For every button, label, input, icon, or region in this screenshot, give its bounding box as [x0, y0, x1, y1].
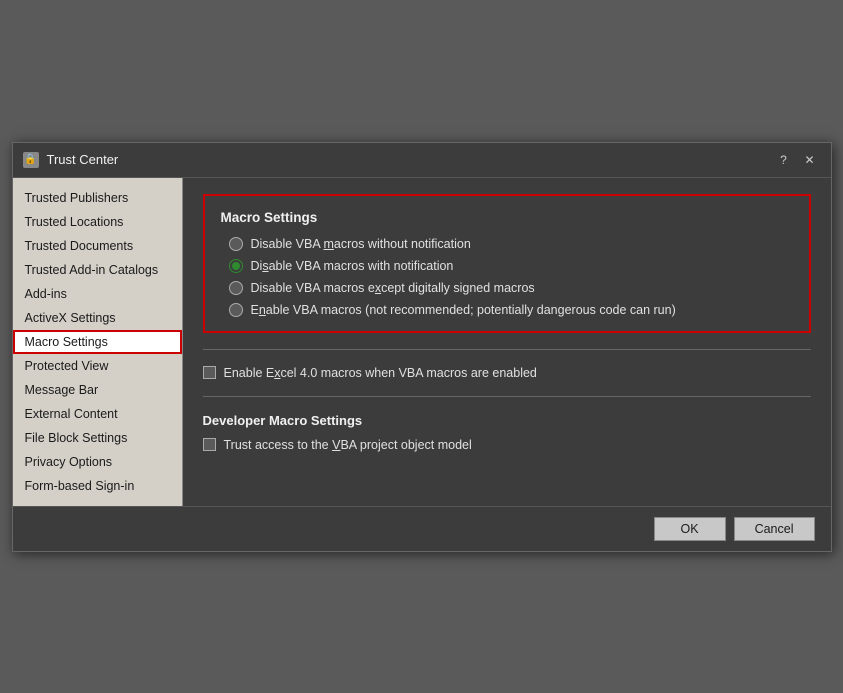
radio-circle-3: [229, 281, 243, 295]
excel-macro-label: Enable Excel 4.0 macros when VBA macros …: [224, 366, 537, 380]
vba-access-checkbox-row[interactable]: Trust access to the VBA project object m…: [203, 438, 811, 452]
excel-macro-checkbox[interactable]: [203, 366, 216, 379]
help-button[interactable]: ?: [773, 149, 795, 171]
sidebar: Trusted Publishers Trusted Locations Tru…: [13, 178, 183, 506]
close-button[interactable]: ✕: [799, 149, 821, 171]
sidebar-item-external-content[interactable]: External Content: [13, 402, 182, 426]
developer-title: Developer Macro Settings: [203, 413, 811, 428]
ok-button[interactable]: OK: [654, 517, 726, 541]
sidebar-item-activex-settings[interactable]: ActiveX Settings: [13, 306, 182, 330]
radio-circle-1: [229, 237, 243, 251]
cancel-button[interactable]: Cancel: [734, 517, 815, 541]
dialog-icon: 🔒: [23, 152, 39, 168]
sidebar-item-add-ins[interactable]: Add-ins: [13, 282, 182, 306]
separator-1: [203, 349, 811, 350]
radio-label-2: Disable VBA macros with notification: [251, 259, 454, 273]
dialog-footer: OK Cancel: [13, 506, 831, 551]
sidebar-item-file-block-settings[interactable]: File Block Settings: [13, 426, 182, 450]
sidebar-item-trusted-locations[interactable]: Trusted Locations: [13, 210, 182, 234]
trust-center-dialog: 🔒 Trust Center ? ✕ Trusted Publishers Tr…: [12, 142, 832, 552]
title-bar: 🔒 Trust Center ? ✕: [13, 143, 831, 178]
title-bar-left: 🔒 Trust Center: [23, 152, 119, 168]
dialog-body: Trusted Publishers Trusted Locations Tru…: [13, 178, 831, 506]
vba-access-checkbox[interactable]: [203, 438, 216, 451]
sidebar-item-form-based-sign-in[interactable]: Form-based Sign-in: [13, 474, 182, 498]
sidebar-item-trusted-publishers[interactable]: Trusted Publishers: [13, 186, 182, 210]
excel-macro-checkbox-row[interactable]: Enable Excel 4.0 macros when VBA macros …: [203, 366, 811, 380]
radio-disable-notify[interactable]: Disable VBA macros with notification: [229, 259, 793, 273]
separator-2: [203, 396, 811, 397]
sidebar-item-trusted-add-in-catalogs[interactable]: Trusted Add-in Catalogs: [13, 258, 182, 282]
sidebar-item-privacy-options[interactable]: Privacy Options: [13, 450, 182, 474]
sidebar-item-macro-settings[interactable]: Macro Settings: [13, 330, 182, 354]
dialog-title: Trust Center: [47, 152, 119, 167]
radio-label-3: Disable VBA macros except digitally sign…: [251, 281, 535, 295]
sidebar-item-message-bar[interactable]: Message Bar: [13, 378, 182, 402]
radio-disable-no-notify[interactable]: Disable VBA macros without notification: [229, 237, 793, 251]
vba-access-label: Trust access to the VBA project object m…: [224, 438, 472, 452]
radio-disable-except-signed[interactable]: Disable VBA macros except digitally sign…: [229, 281, 793, 295]
developer-section: Developer Macro Settings Trust access to…: [203, 413, 811, 452]
radio-circle-2: [229, 259, 243, 273]
macro-settings-title: Macro Settings: [221, 210, 793, 225]
radio-label-1: Disable VBA macros without notification: [251, 237, 471, 251]
radio-circle-4: [229, 303, 243, 317]
sidebar-item-trusted-documents[interactable]: Trusted Documents: [13, 234, 182, 258]
title-bar-buttons: ? ✕: [773, 149, 821, 171]
radio-label-4: Enable VBA macros (not recommended; pote…: [251, 303, 676, 317]
main-content: Macro Settings Disable VBA macros withou…: [183, 178, 831, 506]
macro-settings-box: Macro Settings Disable VBA macros withou…: [203, 194, 811, 333]
radio-group: Disable VBA macros without notification …: [229, 237, 793, 317]
radio-enable-all[interactable]: Enable VBA macros (not recommended; pote…: [229, 303, 793, 317]
sidebar-item-protected-view[interactable]: Protected View: [13, 354, 182, 378]
